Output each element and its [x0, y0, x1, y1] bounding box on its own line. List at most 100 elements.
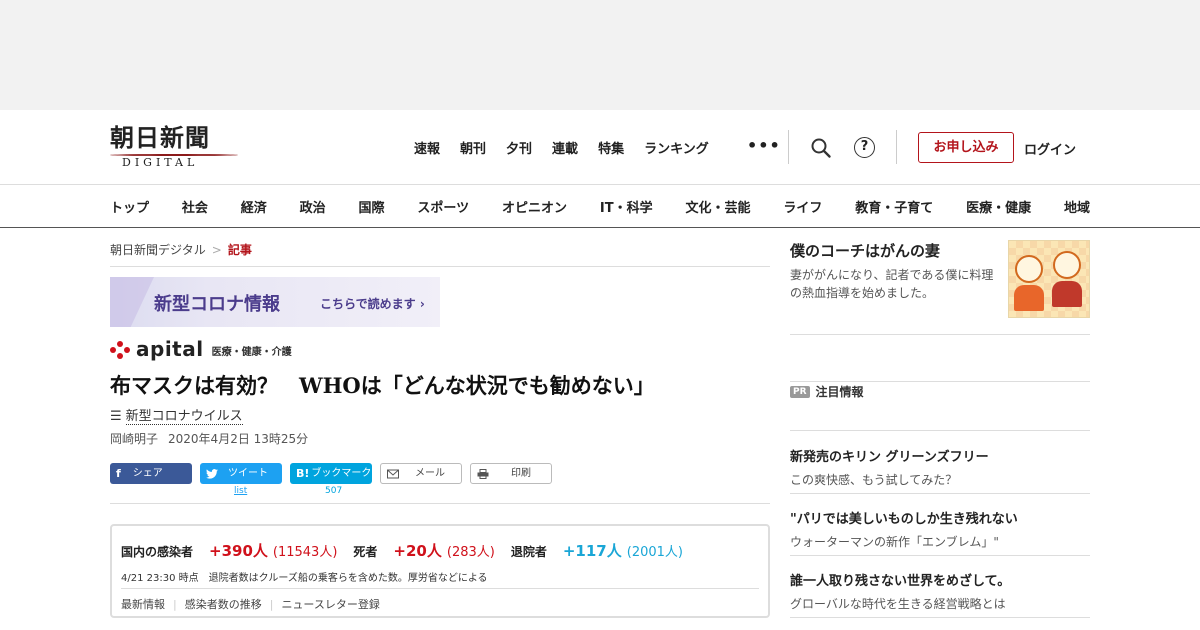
divider [790, 617, 1090, 618]
pr-heading: PR 注目情報 [790, 383, 864, 400]
search-icon[interactable] [810, 137, 832, 159]
divider [788, 130, 789, 164]
pr-item-title: 新発売のキリン グリーンズフリー [790, 450, 989, 465]
banner-main-text: 新型コロナ情報 [154, 294, 280, 315]
infected-label: 国内の感染者 [121, 545, 194, 559]
subscribe-button[interactable]: お申し込み [918, 132, 1014, 163]
category-item[interactable]: 医療・健康 [966, 197, 1031, 216]
divider [790, 381, 1090, 382]
promo-description[interactable]: 妻ががんになり、記者である僕に料理の熱血指導を始めました。 [790, 266, 1002, 302]
divider [790, 430, 1090, 431]
deaths-total: (283人) [446, 545, 495, 560]
site-header: 朝日新聞 DIGITAL 速報 朝刊 夕刊 連載 特集 ランキング ••• ? … [110, 110, 1090, 184]
twitter-count[interactable]: list [234, 486, 247, 496]
stats-link-trend[interactable]: 感染者数の推移 [185, 598, 262, 611]
pr-heading-label: 注目情報 [815, 385, 864, 399]
stats-links: 最新情報 | 感染者数の推移 | ニュースレター登録 [121, 596, 380, 612]
list-icon: ☰ [110, 409, 122, 424]
category-item[interactable]: 教育・子育て [855, 197, 933, 216]
hatena-label: ブックマーク [311, 468, 372, 479]
link-separator: | [173, 598, 177, 611]
hatena-count[interactable]: 507 [325, 486, 342, 496]
illustration-figure [1015, 255, 1043, 283]
category-item[interactable]: ライフ [783, 197, 822, 216]
divider [790, 493, 1090, 494]
more-menu-icon[interactable]: ••• [747, 136, 781, 155]
pr-item[interactable]: "パリでは美しいものしか生き残れない ウォーターマンの新作「エンブレム」" [790, 508, 1090, 550]
breadcrumb-separator: > [211, 243, 222, 257]
mail-label: メール [415, 468, 445, 479]
category-item[interactable]: 国際 [359, 197, 385, 216]
topnav-item[interactable]: 朝刊 [460, 138, 486, 157]
stats-link-newsletter[interactable]: ニュースレター登録 [281, 598, 379, 611]
deaths-new: +20人 [393, 542, 442, 560]
illustration-figure [1052, 281, 1082, 307]
print-label: 印刷 [511, 468, 531, 479]
mail-share-button[interactable]: メール [380, 463, 462, 484]
logo-english: DIGITAL [122, 156, 199, 169]
twitter-icon [206, 468, 218, 479]
mail-icon [387, 469, 399, 478]
apital-brand[interactable]: apital 医療・健康・介護 [110, 337, 292, 359]
facebook-share-button[interactable]: f シェア [110, 463, 192, 484]
recovered-new: +117人 [562, 542, 622, 560]
category-item[interactable]: IT・科学 [600, 197, 653, 216]
topnav-item[interactable]: 夕刊 [506, 138, 532, 157]
banner-decoration [110, 277, 154, 327]
site-logo[interactable]: 朝日新聞 DIGITAL [110, 124, 240, 170]
breadcrumb: 朝日新聞デジタル > 記事 [110, 241, 252, 258]
category-item[interactable]: 政治 [300, 197, 326, 216]
promo-title[interactable]: 僕のコーチはがんの妻 [790, 240, 940, 261]
banner-sub-text: こちらで読めます › [320, 297, 425, 311]
printer-icon [477, 468, 489, 479]
illustration-figure [1014, 285, 1044, 311]
stats-link-latest[interactable]: 最新情報 [121, 598, 165, 611]
topnav-item[interactable]: 特集 [598, 138, 624, 157]
topic-tag[interactable]: ☰ 新型コロナウイルス [110, 405, 243, 425]
topnav-item[interactable]: 連載 [552, 138, 578, 157]
covid-stats-box: 国内の感染者 +390人 (11543人) 死者 +20人 (283人) 退院者… [110, 524, 770, 618]
category-item[interactable]: 地域 [1064, 197, 1090, 216]
pr-item[interactable]: 新発売のキリン グリーンズフリー この爽快感、もう試してみた？ [790, 446, 1090, 488]
pr-badge: PR [790, 385, 810, 398]
pr-item-desc: この爽快感、もう試してみた？ [790, 473, 958, 487]
ad-banner-area [0, 0, 1200, 110]
facebook-icon: f [116, 467, 121, 480]
corona-info-banner[interactable]: 新型コロナ情報 こちらで読めます › [110, 277, 440, 327]
breadcrumb-home[interactable]: 朝日新聞デジタル [110, 243, 206, 257]
stats-row: 国内の感染者 +390人 (11543人) 死者 +20人 (283人) 退院者… [121, 540, 683, 561]
stats-note: 4/21 23:30 時点 退院者数はクルーズ船の乗客らを含めた数。厚労省などに… [121, 573, 488, 584]
category-item[interactable]: 社会 [182, 197, 208, 216]
topnav-item[interactable]: ランキング [644, 138, 709, 157]
pr-item-title: 誰一人取り残さない世界をめざして。 [790, 574, 1011, 589]
twitter-share-button[interactable]: ツイート [200, 463, 282, 484]
byline: 岡崎明子 2020年4月2日 13時25分 [110, 430, 308, 447]
divider [110, 503, 770, 504]
illustration-figure [1053, 251, 1081, 279]
print-button[interactable]: 印刷 [470, 463, 552, 484]
topic-label[interactable]: 新型コロナウイルス [125, 409, 243, 425]
twitter-label: ツイート [228, 468, 268, 479]
facebook-label: シェア [132, 468, 163, 479]
category-nav: トップ 社会 経済 政治 国際 スポーツ オピニオン IT・科学 文化・芸能 ラ… [0, 184, 1200, 228]
category-item[interactable]: 経済 [241, 197, 267, 216]
promo-illustration[interactable] [1008, 240, 1090, 318]
divider [790, 334, 1090, 335]
help-icon[interactable]: ? [854, 137, 875, 158]
category-item[interactable]: スポーツ [417, 197, 469, 216]
divider [896, 130, 897, 164]
divider [790, 555, 1090, 556]
pr-item[interactable]: 誰一人取り残さない世界をめざして。 グローバルな時代を生きる経営戦略とは [790, 570, 1090, 612]
share-bar: f シェア ツイート B! ブックマーク メール 印刷 [110, 463, 560, 485]
category-item[interactable]: オピニオン [502, 197, 567, 216]
publish-date: 2020年4月2日 13時25分 [168, 432, 309, 446]
topnav-item[interactable]: 速報 [414, 138, 440, 157]
apital-wordmark: apital [136, 337, 204, 361]
category-item[interactable]: 文化・芸能 [685, 197, 750, 216]
hatena-bookmark-button[interactable]: B! ブックマーク [290, 463, 372, 484]
apital-logo-icon [110, 339, 132, 359]
article-title: 布マスクは有効？ WHOは「どんな状況でも勧めない」 [110, 373, 655, 398]
login-link[interactable]: ログイン [1024, 139, 1076, 158]
apital-tagline: 医療・健康・介護 [211, 347, 292, 358]
category-item[interactable]: トップ [110, 197, 149, 216]
